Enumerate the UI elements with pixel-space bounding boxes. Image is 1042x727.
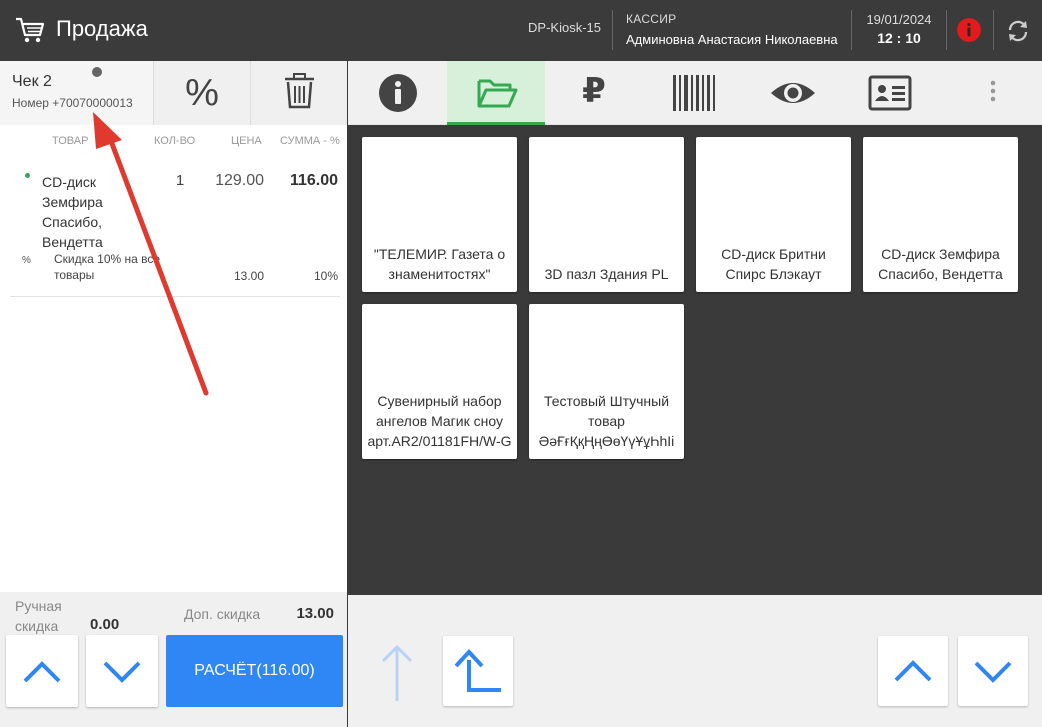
- manual-discount-label: Ручная скидка: [15, 598, 62, 634]
- view-button[interactable]: [741, 61, 839, 125]
- chevron-up-icon: [894, 660, 932, 682]
- barcode-button[interactable]: [643, 61, 741, 125]
- alert-icon[interactable]: [957, 18, 981, 42]
- folder-icon: [477, 79, 518, 108]
- product-name: Сувенирный набор ангелов Магик сноу арт.AR…: [367, 393, 512, 449]
- scroll-down-button[interactable]: [86, 635, 158, 707]
- column-price: ЦЕНА: [231, 135, 262, 147]
- grid-scroll-up-button[interactable]: [878, 636, 948, 706]
- product-name: "ТЕЛЕМИР. Газета о знаменитостях": [373, 246, 506, 282]
- eye-icon: [771, 83, 815, 103]
- product-tile[interactable]: Сувенирный набор ангелов Магик сноу арт.AR…: [362, 304, 517, 459]
- status-dot: [92, 67, 102, 77]
- cashier-name: Админовна Анастасия Николаевна: [626, 32, 838, 47]
- receipt-item-qty: 1: [175, 172, 185, 189]
- receipt-item-price: 129.00: [215, 172, 264, 189]
- user-role: КАССИР: [626, 12, 677, 26]
- discount-percent: 10%: [313, 269, 338, 283]
- date-display: 19/01/2024: [866, 12, 932, 27]
- trash-icon: [285, 73, 314, 109]
- divider: [946, 10, 947, 50]
- product-tile[interactable]: CD-диск Земфира Спасибо, Вендетта: [863, 137, 1018, 292]
- manual-discount-value: 0.00: [90, 616, 120, 633]
- arrow-up-icon: [381, 644, 413, 701]
- more-icon: [990, 80, 996, 102]
- sync-icon[interactable]: [1004, 17, 1032, 45]
- divider: [10, 296, 340, 297]
- product-tile[interactable]: "ТЕЛЕМИР. Газета о знаменитостях": [362, 137, 517, 292]
- parent-folder-button[interactable]: [443, 636, 513, 706]
- column-qty: КОЛ-ВО: [154, 135, 196, 147]
- extra-discount-value: 13.00: [296, 605, 334, 622]
- catalog-footer: [348, 595, 1042, 727]
- product-tile[interactable]: Тестовый Штучный товар ӘәҒғҚқҢңӨөҮүҰұҺһІі: [529, 304, 684, 459]
- chevron-down-icon: [103, 661, 141, 683]
- divider: [612, 10, 613, 50]
- receipt-title: Чек 2: [12, 73, 52, 90]
- receipt-tab[interactable]: Чек 2 Номер +70070000013: [0, 61, 153, 125]
- grid-scroll-down-button[interactable]: [958, 636, 1028, 706]
- toolbar: ₽: [348, 61, 1042, 125]
- receipt-footer: Ручная скидка 0.00 Доп. скидка 13.00 РАС…: [0, 592, 347, 727]
- time-display: 12 : 10: [877, 30, 921, 46]
- customer-card-button[interactable]: [839, 61, 937, 125]
- percent-icon: %: [185, 72, 219, 114]
- item-status-dot: [25, 173, 30, 178]
- pay-button[interactable]: РАСЧЁТ(116.00): [166, 635, 343, 707]
- barcode-icon: [673, 75, 715, 111]
- cart-icon: [16, 17, 45, 43]
- discount-symbol: %: [22, 255, 31, 266]
- receipt-number: Номер +70070000013: [12, 96, 133, 110]
- product-name: Тестовый Штучный товар ӘәҒғҚқҢңӨөҮүҰұҺһІі: [538, 393, 675, 449]
- payment-button[interactable]: ₽: [545, 61, 643, 125]
- product-name: CD-диск Земфира Спасибо, Вендетта: [878, 246, 1003, 282]
- product-name: 3D пазл Здания PL: [544, 266, 669, 282]
- id-card-icon: [868, 75, 912, 111]
- receipt-item-sum: 116.00: [289, 172, 338, 189]
- discount-amount: 13.00: [233, 269, 264, 283]
- receipt-header: Чек 2 Номер +70070000013 %: [0, 61, 347, 125]
- more-button[interactable]: [937, 61, 1035, 125]
- discount-name: Скидка 10% на все товары: [54, 252, 161, 282]
- info-icon: [379, 74, 417, 112]
- kiosk-name: DP-Kiosk-15: [528, 20, 601, 35]
- scroll-up-button[interactable]: [6, 635, 78, 707]
- page-title: Продажа: [56, 16, 148, 41]
- svg-text:%: %: [185, 72, 219, 114]
- info-button[interactable]: [349, 61, 447, 125]
- receipt-item-name[interactable]: CD-диск Земфира Спасибо, Вендетта: [42, 172, 142, 252]
- product-tile[interactable]: CD-диск Бритни Спирс Блэкаут: [696, 137, 851, 292]
- chevron-down-icon: [974, 661, 1012, 683]
- top-bar: Продажа DP-Kiosk-15 КАССИР Админовна Ана…: [0, 0, 1042, 61]
- discount-button[interactable]: %: [153, 61, 250, 125]
- divider: [993, 10, 994, 50]
- extra-discount-label: Доп. скидка: [184, 606, 261, 622]
- receipt-panel: Чек 2 Номер +70070000013 % ТОВАР КОЛ-ВО …: [0, 61, 347, 727]
- column-sum: СУММА - %: [280, 135, 340, 147]
- product-tile[interactable]: 3D пазл Здания PL: [529, 137, 684, 292]
- catalog-button[interactable]: [447, 61, 545, 125]
- ruble-icon: ₽: [582, 72, 606, 110]
- level-up-icon: [454, 649, 501, 692]
- product-name: CD-диск Бритни Спирс Блэкаут: [721, 246, 826, 282]
- chevron-up-icon: [23, 661, 61, 683]
- column-product: ТОВАР: [52, 135, 89, 147]
- delete-button[interactable]: [250, 61, 347, 125]
- product-grid: "ТЕЛЕМИР. Газета о знаменитостях" 3D пазл…: [348, 125, 1042, 595]
